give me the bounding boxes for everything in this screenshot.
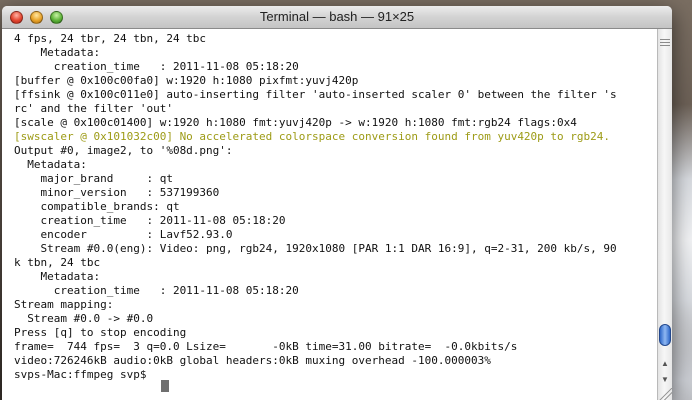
vertical-scrollbar[interactable]: ▲ ▼ [657, 29, 672, 400]
terminal-line: video:726246kB audio:0kB global headers:… [14, 354, 491, 367]
split-pane-handle-icon[interactable] [660, 37, 670, 47]
arrow-down-icon[interactable]: ▼ [660, 375, 670, 385]
terminal-line: creation_time : 2011-11-08 05:18:20 [14, 60, 299, 73]
terminal-line: creation_time : 2011-11-08 05:18:20 [14, 214, 286, 227]
terminal-line: Metadata: [14, 46, 101, 59]
terminal-output[interactable]: 4 fps, 24 tbr, 24 tbn, 24 tbc Metadata: … [2, 29, 657, 400]
terminal-line: Stream mapping: [14, 298, 114, 311]
terminal-line: encoder : Lavf52.93.0 [14, 228, 233, 241]
resize-handle[interactable] [658, 388, 672, 400]
terminal-line: [buffer @ 0x100c00fa0] w:1920 h:1080 pix… [14, 74, 359, 87]
scroll-thumb[interactable] [659, 324, 671, 346]
shell-prompt: svps-Mac:ffmpeg svp$ [14, 368, 154, 381]
terminal-line: 4 fps, 24 tbr, 24 tbn, 24 tbc [14, 32, 207, 45]
terminal-line: frame= 744 fps= 3 q=0.0 Lsize= -0kB time… [14, 340, 518, 353]
terminal-line: Press [q] to stop encoding [14, 326, 187, 339]
arrow-up-icon[interactable]: ▲ [660, 359, 670, 369]
terminal-warning-line: [swscaler @ 0x101032c00] No accelerated … [14, 130, 611, 143]
terminal-line: k tbn, 24 tbc [14, 256, 101, 269]
terminal-line: minor_version : 537199360 [14, 186, 220, 199]
terminal-line: Metadata: [14, 158, 87, 171]
title-bar[interactable]: Terminal — bash — 91×25 [2, 6, 672, 29]
terminal-line: rc' and the filter 'out' [14, 102, 173, 115]
terminal-window: Terminal — bash — 91×25 4 fps, 24 tbr, 2… [2, 6, 672, 400]
terminal-line: [ffsink @ 0x100c011e0] auto-inserting fi… [14, 88, 617, 101]
window-title: Terminal — bash — 91×25 [259, 9, 415, 24]
terminal-line: [scale @ 0x100c01400] w:1920 h:1080 fmt:… [14, 116, 577, 129]
terminal-line: creation_time : 2011-11-08 05:18:20 [14, 284, 299, 297]
terminal-line: major_brand : qt [14, 172, 173, 185]
terminal-line: Output #0, image2, to '%08d.png': [14, 144, 233, 157]
terminal-line: Stream #0.0(eng): Video: png, rgb24, 192… [14, 242, 617, 255]
terminal-line: compatible_brands: qt [14, 200, 180, 213]
terminal-line: Stream #0.0 -> #0.0 [14, 312, 154, 325]
text-cursor [161, 380, 169, 392]
terminal-line: Metadata: [14, 270, 101, 283]
